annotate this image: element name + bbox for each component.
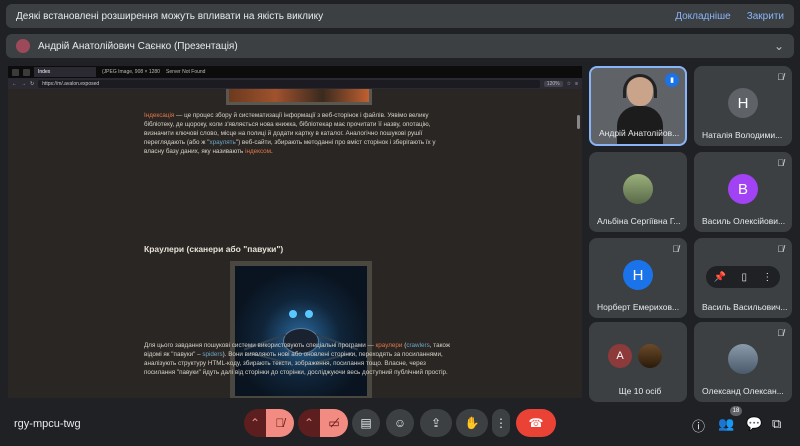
reload-icon: ↻ — [30, 80, 35, 87]
shared-screen: Index (JPEG Image, 908 × 1280 pi Server … — [8, 66, 582, 398]
participant-tile[interactable]: 🎙̸ Олександ Олексан... — [694, 322, 792, 402]
avatar — [728, 344, 758, 374]
participant-tile[interactable]: 🎙̸ В Василь Олексійови... — [694, 152, 792, 232]
paragraph-crawlers: Для цього завдання пошукові системи вико… — [144, 342, 451, 376]
mic-off-icon: 🎙̸ — [672, 244, 679, 254]
tile-hover-controls: 📌 ▯ ⋮ — [706, 266, 780, 288]
people-icon[interactable]: 👥 — [718, 416, 734, 432]
back-arrow-icon: ← — [12, 80, 17, 87]
activities-icon[interactable]: ⧉ — [772, 416, 781, 432]
emoji-button[interactable]: ☺ — [386, 409, 414, 437]
banner-close-link[interactable]: Закрити — [747, 11, 784, 22]
participant-name: Василь Олексійови... — [702, 216, 786, 226]
browser-urlbar: ← → ↻ https://m/.avalon.exposed 120% ☆ ≡ — [8, 78, 582, 89]
browser-zoom: 120% — [543, 80, 563, 87]
chat-icon[interactable]: 💬 — [746, 416, 762, 432]
browser-url: https://m/.avalon.exposed — [38, 79, 540, 88]
browser-window-icon — [23, 68, 30, 76]
mute-icon[interactable]: ▯ — [741, 272, 747, 283]
presentation-header[interactable]: Андрій Анатолійович Саєнко (Презентація)… — [6, 34, 794, 58]
participant-count-badge: 18 — [730, 406, 742, 416]
page-scrollbar — [577, 115, 580, 129]
chevron-down-icon[interactable]: ⌄ — [774, 39, 784, 53]
mic-off-icon: 🎙̸ — [777, 158, 784, 168]
browser-tab-image: (JPEG Image, 908 × 1280 pi — [102, 69, 160, 75]
more-participants-tile[interactable]: А Ще 10 осіб — [589, 322, 687, 402]
avatar — [638, 344, 662, 368]
extension-warning-banner: Деякі встановлені розширення можуть впли… — [6, 4, 794, 28]
presenter-avatar — [16, 39, 30, 53]
participant-tile-presenter[interactable]: ▮ Андрій Анатолійов... — [589, 66, 687, 146]
participant-tile[interactable]: 🎙̸ 📌 ▯ ⋮ Василь Васильович... — [694, 238, 792, 318]
more-participants-label: Ще 10 осіб — [618, 386, 662, 396]
participant-name: Наталія Володими... — [702, 130, 783, 140]
browser-menu-lines-icon: ≡ — [575, 80, 578, 87]
pin-icon[interactable]: 📌 — [714, 272, 726, 283]
participant-name: Альбіна Сергіївна Г... — [597, 216, 681, 226]
browser-tabbar: Index (JPEG Image, 908 × 1280 pi Server … — [8, 66, 582, 78]
more-options-icon[interactable]: ⋮ — [762, 272, 772, 283]
participant-name: Андрій Анатолійов... — [599, 128, 680, 138]
mic-toggle-button[interactable]: 🎙̸ — [266, 409, 294, 437]
browser-tab-error: Server Not Found — [166, 69, 206, 75]
browser-star-icon: ☆ — [566, 80, 572, 87]
participant-tile[interactable]: 🎙̸ Н Норберт Емерихов... — [589, 238, 687, 318]
participant-name: Олександ Олексан... — [702, 386, 784, 396]
speaking-indicator-icon: ▮ — [665, 73, 679, 87]
leave-call-button[interactable]: ☎ — [516, 409, 556, 437]
meeting-info-icon[interactable]: ⓘ — [692, 416, 705, 435]
participant-tile[interactable]: Альбіна Сергіївна Г... — [589, 152, 687, 232]
browser-menu-icon — [12, 68, 19, 76]
present-screen-button[interactable]: ⇪ — [420, 409, 452, 437]
avatar: В — [728, 174, 758, 204]
forward-arrow-icon: → — [21, 80, 26, 87]
raise-hand-button[interactable]: ✋ — [456, 409, 488, 437]
captions-button[interactable]: ▤ — [352, 409, 380, 437]
mic-off-icon: 🎙̸ — [777, 72, 784, 82]
camera-toggle-button[interactable]: ▭̸ — [320, 409, 348, 437]
participant-tile[interactable]: 🎙̸ Н Наталія Володими... — [694, 66, 792, 146]
avatar: Н — [623, 260, 653, 290]
meeting-code: rgy-mpcu-twg — [14, 418, 81, 430]
more-options-button[interactable]: ⋮ — [492, 409, 510, 437]
page-top-image — [226, 89, 372, 105]
participant-name: Василь Васильович... — [702, 302, 788, 312]
browser-tab-index: Index — [34, 67, 96, 77]
page-heading: Краулери (сканери або "павуки") — [144, 244, 284, 254]
mic-options-chevron-icon[interactable]: ⌃ — [244, 409, 266, 437]
presenter-label: Андрій Анатолійович Саєнко (Презентація) — [38, 40, 238, 52]
avatar — [623, 174, 653, 204]
mic-off-icon: 🎙̸ — [777, 328, 784, 338]
avatar: Н — [728, 88, 758, 118]
participant-name: Норберт Емерихов... — [597, 302, 680, 312]
mic-off-icon: 🎙̸ — [777, 244, 784, 254]
bottom-toolbar: rgy-mpcu-twg ⌃ 🎙̸ ⌃ ▭̸ ▤ ☺ ⇪ ✋ ⋮ ☎ ⓘ 👥 1… — [0, 404, 800, 446]
spider-robot-image — [230, 261, 372, 398]
banner-details-link[interactable]: Докладніше — [675, 11, 731, 22]
banner-message: Деякі встановлені розширення можуть впли… — [16, 10, 324, 22]
shared-page-content: Індексація — це процес збору й системати… — [8, 89, 582, 398]
paragraph-indexing: Індексація — це процес збору й системати… — [144, 112, 436, 155]
avatar: А — [608, 344, 632, 368]
camera-options-chevron-icon[interactable]: ⌃ — [298, 409, 320, 437]
